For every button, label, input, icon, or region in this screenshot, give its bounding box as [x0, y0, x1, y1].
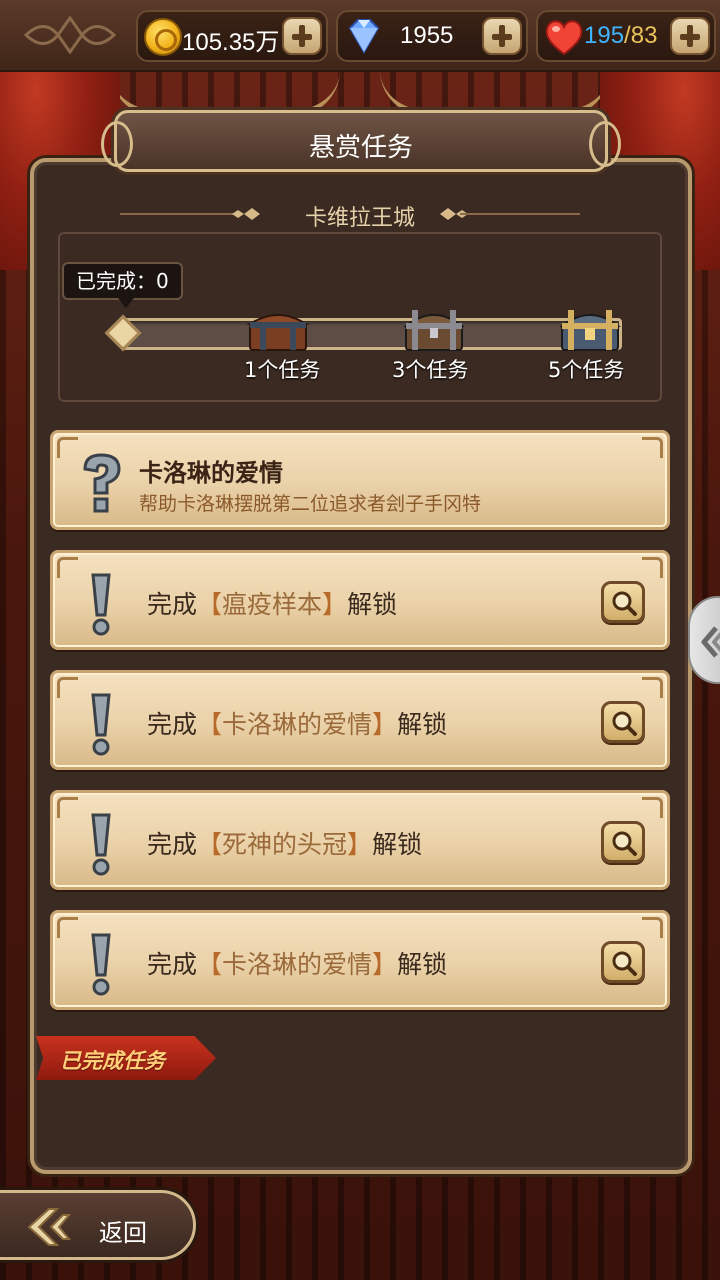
ornament-icon	[23, 15, 117, 55]
quest-card-available[interactable]: 卡洛琳的爱情 帮助卡洛琳摆脱第二位追求者刽子手冈特	[50, 430, 670, 530]
completed-quests-label: 已完成任务	[60, 1049, 165, 1073]
view-quest-button[interactable]	[601, 821, 645, 863]
view-quest-button[interactable]	[601, 701, 645, 743]
page-title: 悬赏任务	[308, 133, 413, 163]
add-gems-button[interactable]	[482, 17, 522, 55]
exclamation-icon	[91, 693, 111, 756]
diamond-icon	[348, 19, 380, 54]
completed-quests-tab[interactable]: 已完成任务	[36, 1036, 216, 1080]
gem-value: 1955	[400, 22, 454, 49]
add-stamina-button[interactable]	[670, 17, 710, 55]
magnifier-icon	[612, 591, 637, 616]
reward-label-5: 5个任务	[548, 358, 625, 382]
unlock-requirement: 完成【卡洛琳的爱情】解锁	[147, 710, 448, 739]
unlock-requirement: 完成【卡洛琳的爱情】解锁	[147, 950, 448, 979]
stamina-value: 195/83	[584, 22, 658, 49]
region-title: 卡维拉王城	[304, 206, 415, 231]
unlock-requirement: 完成【瘟疫样本】解锁	[147, 590, 398, 619]
coin-counter: 105.35万	[136, 10, 328, 62]
gold-coin-icon	[144, 18, 182, 56]
iron-chest-icon[interactable]	[402, 306, 466, 352]
title-banner: 悬赏任务	[101, 110, 621, 172]
unlock-requirement: 完成【死神的头冠】解锁	[147, 830, 423, 859]
side-drawer-handle[interactable]	[688, 596, 720, 684]
wooden-chest-icon[interactable]	[246, 306, 310, 352]
quest-description: 帮助卡洛琳摆脱第二位追求者刽子手冈特	[139, 493, 482, 515]
gem-counter: 1955	[336, 10, 528, 62]
back-button-label: 返回	[99, 1219, 147, 1247]
chevron-left-icon	[701, 626, 720, 658]
reward-label-3: 3个任务	[392, 358, 469, 382]
quest-card-locked[interactable]: 完成【瘟疫样本】解锁	[50, 550, 670, 650]
view-quest-button[interactable]	[601, 941, 645, 983]
stamina-counter: 195/83	[536, 10, 716, 62]
exclamation-icon	[91, 573, 111, 636]
exclamation-icon	[91, 933, 111, 996]
completed-count-tooltip: 已完成：0	[62, 262, 183, 308]
magnifier-icon	[612, 711, 637, 736]
view-quest-button[interactable]	[601, 581, 645, 623]
progress-bar	[122, 318, 622, 350]
heart-icon	[545, 20, 583, 56]
quest-card-locked[interactable]: 完成【卡洛琳的爱情】解锁	[50, 910, 670, 1010]
coin-value: 105.35万	[182, 29, 280, 56]
magnifier-icon	[612, 951, 637, 976]
add-coins-button[interactable]	[282, 17, 322, 55]
magnifier-icon	[612, 831, 637, 856]
golden-chest-icon[interactable]	[558, 306, 622, 352]
exclamation-icon	[91, 813, 111, 876]
back-button[interactable]: 返回	[0, 1190, 196, 1260]
quest-title: 卡洛琳的爱情	[139, 459, 283, 487]
quest-card-locked[interactable]: 完成【死神的头冠】解锁	[50, 790, 670, 890]
top-resource-bar: 105.35万 1955 195/83	[0, 0, 720, 72]
divider-right	[440, 208, 580, 220]
quest-card-locked[interactable]: 完成【卡洛琳的爱情】解锁	[50, 670, 670, 770]
reward-label-1: 1个任务	[244, 358, 321, 382]
back-arrow-icon	[27, 1208, 71, 1246]
question-mark-icon	[83, 453, 121, 513]
